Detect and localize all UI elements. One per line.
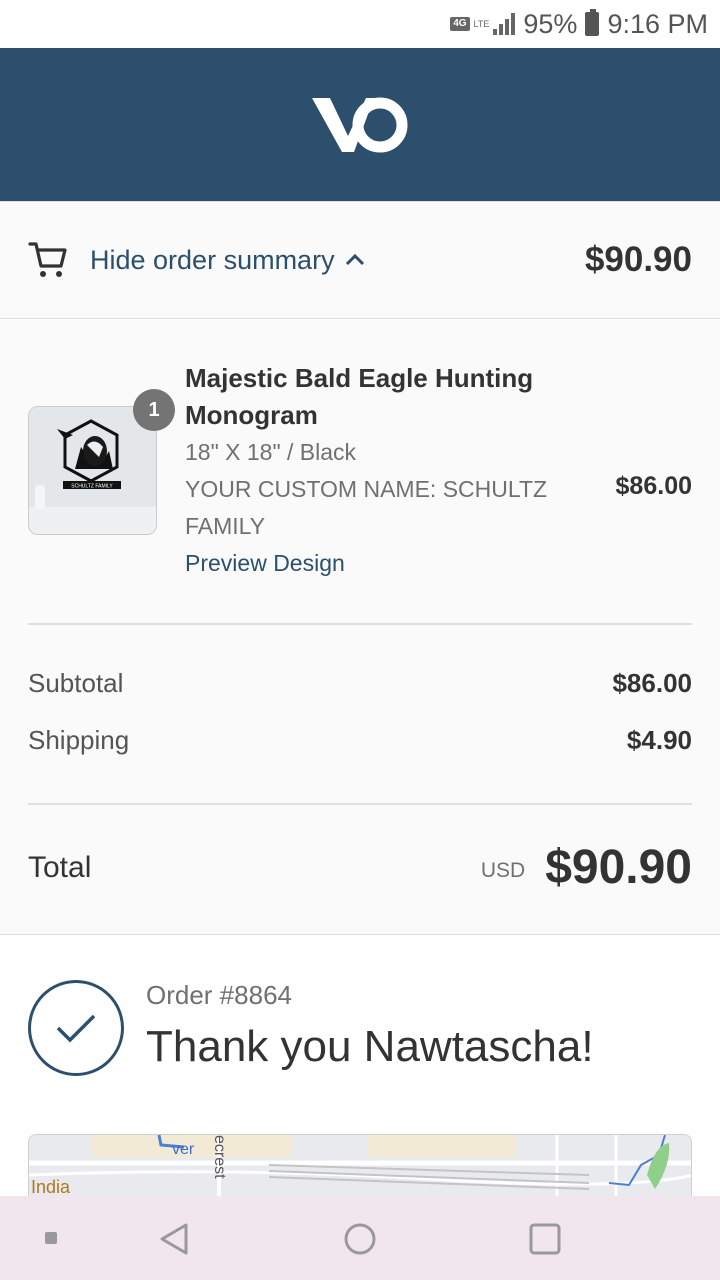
lte-label: LTE bbox=[473, 19, 490, 29]
summary-toggle-total: $90.90 bbox=[584, 240, 692, 279]
back-icon[interactable] bbox=[158, 1222, 190, 1256]
divider bbox=[28, 623, 692, 625]
battery-icon bbox=[585, 9, 600, 36]
recents-dot-icon[interactable] bbox=[45, 1232, 57, 1244]
map-label-india: India bbox=[31, 1177, 71, 1197]
store-logo[interactable] bbox=[310, 94, 410, 156]
chevron-up-icon bbox=[345, 253, 365, 267]
total-row: Total USD $90.90 bbox=[28, 840, 692, 895]
android-navigation-bar bbox=[0, 1196, 720, 1280]
product-price: $86.00 bbox=[615, 472, 692, 500]
product-thumbnail: SCHULTZ FAMILY bbox=[28, 406, 157, 535]
product-custom-name: YOUR CUSTOM NAME: SCHULTZ FAMILY bbox=[185, 476, 548, 539]
order-summary-toggle-label[interactable]: Hide order summary bbox=[90, 245, 335, 276]
eagle-monogram-image: SCHULTZ FAMILY bbox=[29, 407, 156, 534]
battery-percent: 95% bbox=[523, 8, 578, 39]
svg-text:SCHULTZ FAMILY: SCHULTZ FAMILY bbox=[71, 484, 113, 490]
store-header bbox=[0, 48, 720, 201]
shipping-row: Shipping $4.90 bbox=[28, 725, 692, 756]
total-value: $90.90 bbox=[545, 841, 692, 894]
thank-you-message: Thank you Nawtascha! bbox=[146, 1022, 594, 1071]
shipping-value: $4.90 bbox=[626, 725, 692, 755]
preview-design-link[interactable]: Preview Design bbox=[185, 545, 585, 582]
product-name: Majestic Bald Eagle Hunting Monogram bbox=[185, 363, 534, 430]
home-icon[interactable] bbox=[343, 1222, 377, 1256]
order-summary-toggle[interactable]: Hide order summary $90.90 bbox=[0, 201, 720, 319]
product-details: Majestic Bald Eagle Hunting Monogram 18"… bbox=[185, 360, 585, 582]
total-currency: USD bbox=[480, 858, 526, 882]
order-confirmation: Order #8864 Thank you Nawtascha! bbox=[28, 980, 692, 1080]
checkmark-circle-icon bbox=[28, 980, 124, 1076]
map-label-river: ver bbox=[172, 1141, 195, 1158]
order-summary-panel: SCHULTZ FAMILY 1 Majestic Bald Eagle Hun… bbox=[0, 320, 720, 935]
network-indicator: 4G LTE bbox=[450, 13, 516, 35]
subtotal-row: Subtotal $86.00 bbox=[28, 668, 692, 699]
shipping-label: Shipping bbox=[28, 725, 130, 755]
total-label: Total bbox=[28, 850, 92, 884]
product-variant: 18" X 18" / Black bbox=[185, 439, 357, 465]
signal-icon bbox=[493, 13, 516, 35]
overview-icon[interactable] bbox=[528, 1222, 562, 1256]
product-line-item: SCHULTZ FAMILY 1 Majestic Bald Eagle Hun… bbox=[28, 360, 692, 590]
cart-icon bbox=[28, 242, 67, 277]
subtotal-value: $86.00 bbox=[612, 668, 692, 698]
order-number: Order #8864 bbox=[146, 980, 292, 1010]
subtotal-label: Subtotal bbox=[28, 668, 124, 698]
clock: 9:16 PM bbox=[607, 8, 708, 39]
network-type-badge: 4G bbox=[450, 17, 470, 31]
map-label-street: ecrest bbox=[211, 1135, 228, 1179]
quantity-badge: 1 bbox=[133, 389, 175, 431]
status-bar: 4G LTE 95% 9:16 PM bbox=[0, 0, 720, 48]
divider bbox=[28, 803, 692, 805]
